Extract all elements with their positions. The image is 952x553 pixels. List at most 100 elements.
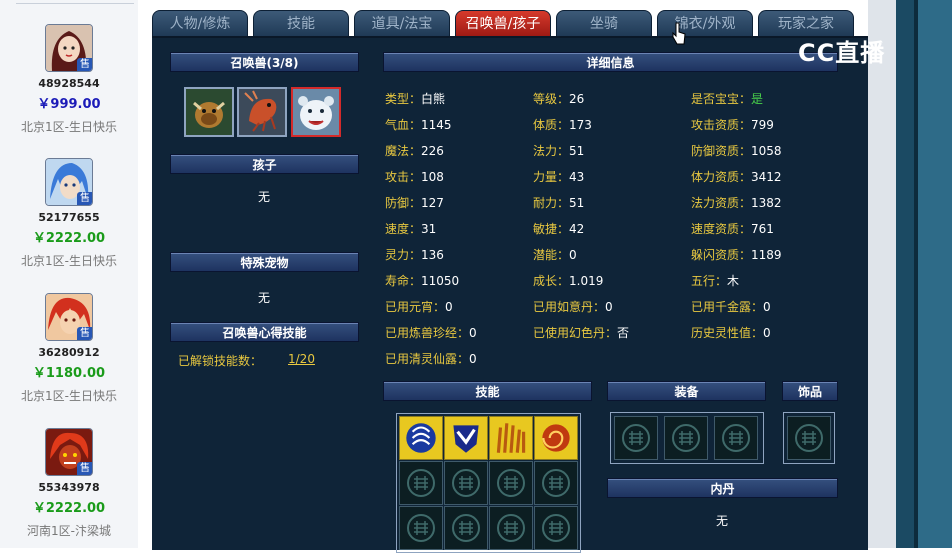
seller-id: 48928544 [38,77,100,90]
stat-row: 攻击资质：799 [691,116,774,133]
stat-row: 五行：木 [691,272,739,289]
skill-slot[interactable] [534,416,578,460]
seller-id: 55343978 [38,481,100,494]
stat-label: 速度资质： [691,222,752,236]
stat-value: 白熊 [421,92,446,106]
stat-row: 魔法：226 [385,142,444,159]
stat-row: 速度：31 [385,220,436,237]
empty-slot-emblem-icon [407,514,435,542]
seller-card[interactable]: 售 55343978 ￥2222.00 河南1区-汴梁城 [0,428,138,539]
stat-value: 136 [421,248,444,262]
seller-server: 北京1区-生日快乐 [21,389,117,403]
stat-value: 761 [751,222,774,236]
skill-slot-empty[interactable] [444,506,488,550]
stat-label: 灵力： [385,248,422,262]
skill-slot-empty[interactable] [489,461,533,505]
stat-value: 108 [421,170,444,184]
tab-2[interactable]: 道具/法宝 [354,10,450,36]
stat-value: 1145 [421,118,452,132]
stat-label: 成长： [533,274,570,288]
stat-value: 0 [445,300,453,314]
empty-slot-emblem-icon [452,469,480,497]
empty-slot-emblem-icon [407,469,435,497]
stat-label: 防御资质： [691,144,752,158]
stat-row: 已用元宵：0 [385,298,453,315]
stat-value: 木 [727,274,740,288]
tab-1[interactable]: 技能 [253,10,349,36]
stat-value: 否 [617,326,630,340]
skill-slot[interactable] [399,416,443,460]
stat-row: 潜能：0 [533,246,577,263]
skill-slot-empty[interactable] [534,506,578,550]
seller-id: 52177655 [38,211,100,224]
stat-label: 力量： [533,170,570,184]
equipment-slot[interactable] [664,416,708,460]
seller-price: ￥2222.00 [32,501,106,516]
mind-skill-icon [400,417,442,459]
seller-avatar[interactable]: 售 [45,24,93,72]
shrimp-pet-icon [239,89,285,135]
stat-value: 42 [569,222,585,236]
ornament-slot[interactable] [787,416,831,460]
stat-label: 耐力： [533,196,570,210]
tab-4[interactable]: 坐骑 [556,10,652,36]
skill-slot-empty[interactable] [489,506,533,550]
child-value: 无 [258,190,271,204]
seller-avatar[interactable]: 售 [45,293,93,341]
skill-slot[interactable] [444,416,488,460]
stat-label: 气血： [385,118,422,132]
skill-slot-empty[interactable] [399,506,443,550]
skill-slot-empty[interactable] [444,461,488,505]
empty-slot-emblem-icon [542,514,570,542]
unlocked-skills-count[interactable]: 1/20 [288,352,315,366]
fire-skill-icon [490,417,532,459]
equipment-slot[interactable] [714,416,758,460]
skill-slot[interactable] [489,416,533,460]
stat-value: 0 [469,352,477,366]
stat-row: 已用千金露：0 [691,298,771,315]
seller-server: 北京1区-生日快乐 [21,120,117,134]
stat-value: 226 [421,144,444,158]
pet-slot-white-bear[interactable] [291,87,341,137]
seller-avatar[interactable]: 售 [45,158,93,206]
empty-slot-emblem-icon [722,424,750,452]
pet-slot-bull[interactable] [184,87,234,137]
tab-3[interactable]: 召唤兽/孩子 [455,10,551,36]
stat-label: 敏捷： [533,222,570,236]
right-decoration [868,0,952,548]
empty-slot-emblem-icon [795,424,823,452]
stat-row: 灵力：136 [385,246,444,263]
special-pet-value: 无 [258,291,271,305]
pet-slot-shrimp[interactable] [237,87,287,137]
skill-slot-empty[interactable] [534,461,578,505]
stat-value: 是 [751,92,764,106]
cc-live-logo: CC直播 [798,33,885,68]
stat-label: 攻击资质： [691,118,752,132]
stat-label: 历史灵性值： [691,326,764,340]
stat-value: 26 [569,92,585,106]
seller-price: ￥2222.00 [32,231,106,246]
stat-row: 防御：127 [385,194,444,211]
skill-slot-empty[interactable] [399,461,443,505]
stat-row: 已用清灵仙露：0 [385,350,477,367]
seller-card[interactable]: 售 36280912 ￥1180.00 北京1区-生日快乐 [0,293,138,404]
seller-avatar[interactable]: 售 [45,428,93,476]
stat-value: 127 [421,196,444,210]
seller-card[interactable]: 售 52177655 ￥2222.00 北京1区-生日快乐 [0,158,138,269]
seller-server: 河南1区-汴梁城 [27,524,111,538]
stat-row: 等级：26 [533,90,584,107]
stat-row: 体质：173 [533,116,592,133]
tab-0[interactable]: 人物/修炼 [152,10,248,36]
equipment-slot[interactable] [614,416,658,460]
stat-value: 0 [763,300,771,314]
sale-badge: 售 [77,462,92,475]
stat-value: 3412 [751,170,782,184]
empty-slot-emblem-icon [452,514,480,542]
stat-label: 已用炼兽珍经： [385,326,470,340]
seller-card[interactable]: 售 48928544 ￥999.00 北京1区-生日快乐 [0,24,138,135]
sidebar-gap [138,0,152,548]
seller-id: 36280912 [38,346,100,359]
stat-row: 速度资质：761 [691,220,774,237]
seller-server: 北京1区-生日快乐 [21,254,117,268]
stat-label: 法力： [533,144,570,158]
